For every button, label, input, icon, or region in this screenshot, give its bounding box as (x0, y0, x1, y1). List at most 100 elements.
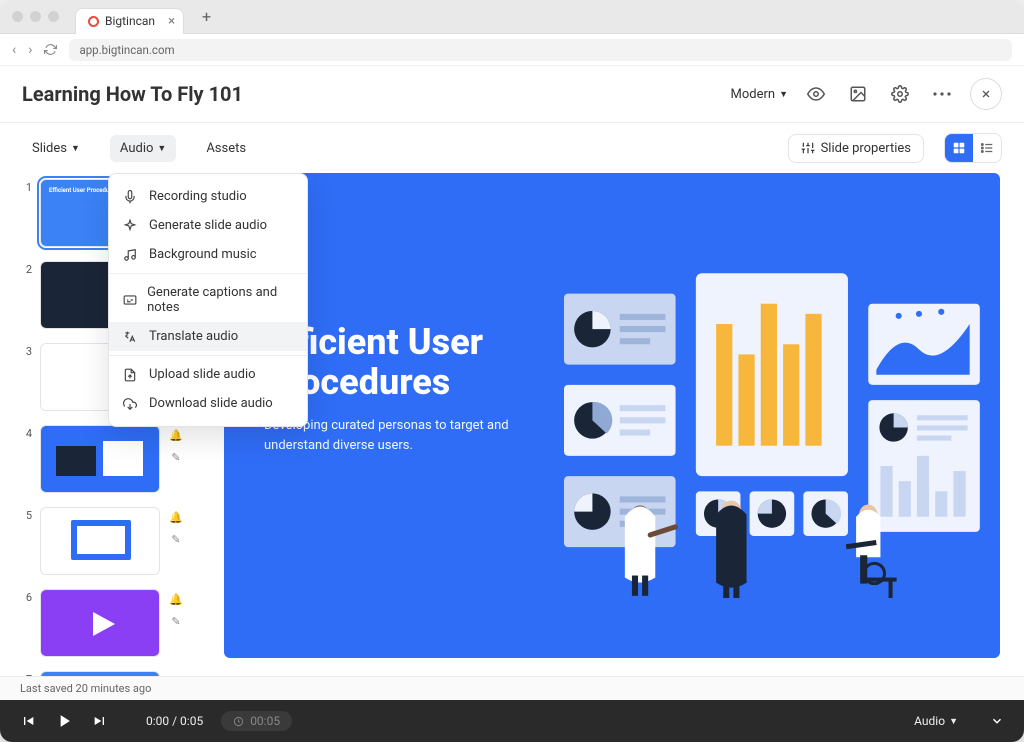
player-duration-pill[interactable]: 00:05 (221, 711, 292, 731)
new-tab-button[interactable]: + (192, 7, 221, 26)
status-bar: Last saved 20 minutes ago (0, 676, 1024, 700)
thumb-number: 7 (22, 671, 32, 676)
microphone-icon (123, 190, 139, 204)
tab-slides[interactable]: Slides ▼ (22, 135, 90, 162)
audio-indicator-icon: 🔔 (168, 509, 184, 525)
thumbnail-row[interactable]: 7 Cross-Functional Collaboration (22, 671, 196, 676)
player-mode-label: Audio (914, 714, 945, 728)
thumbnail-row[interactable]: 4 🔔 ✎ (22, 425, 196, 493)
menu-label: Generate slide audio (149, 218, 267, 233)
thumbnail-row[interactable]: 5 🔔 ✎ (22, 507, 196, 575)
app-header: Learning How To Fly 101 Modern ▼ (0, 66, 1024, 123)
thumbnail[interactable] (40, 507, 160, 575)
menu-generate-captions[interactable]: Generate captions and notes (109, 278, 307, 322)
thumbnail[interactable] (40, 425, 160, 493)
thumbnail[interactable] (40, 589, 160, 657)
menu-label: Generate captions and notes (147, 285, 293, 315)
url-text: app.bigtincan.com (79, 43, 174, 57)
thumb-number: 4 (22, 425, 32, 440)
thumbnail-row[interactable]: 6 🔔 ✎ (22, 589, 196, 657)
menu-label: Background music (149, 247, 257, 262)
menu-separator (109, 355, 307, 356)
sliders-icon (801, 141, 815, 155)
notes-indicator-icon: ✎ (168, 613, 184, 629)
notes-indicator-icon: ✎ (168, 449, 184, 465)
secondary-toolbar: Slides ▼ Audio ▼ Assets Slide properties (0, 123, 1024, 173)
player-play-button[interactable] (54, 711, 74, 731)
canvas-area: Efficient User Procedures Developing cur… (210, 173, 1024, 676)
settings-icon[interactable] (886, 80, 914, 108)
traffic-lights (12, 11, 59, 22)
browser-tab[interactable]: Bigtincan × (75, 8, 184, 34)
last-saved-text: Last saved 20 minutes ago (20, 682, 151, 695)
image-icon[interactable] (844, 80, 872, 108)
chevron-down-icon: ▼ (157, 143, 166, 154)
menu-translate-audio[interactable]: Translate audio (109, 322, 307, 351)
thumb-number: 1 (22, 179, 32, 194)
translate-icon (123, 330, 139, 344)
theme-selector[interactable]: Modern ▼ (731, 87, 789, 102)
nav-back-icon[interactable]: ‹ (12, 42, 16, 58)
url-input[interactable]: app.bigtincan.com (69, 39, 1012, 61)
tab-assets[interactable]: Assets (196, 135, 256, 162)
menu-label: Download slide audio (149, 396, 273, 411)
thumb-number: 5 (22, 507, 32, 522)
preview-icon[interactable] (802, 80, 830, 108)
download-icon (123, 397, 139, 411)
window-titlebar: Bigtincan × + (0, 0, 1024, 34)
thumbnail[interactable]: Cross-Functional Collaboration (40, 671, 160, 676)
player-mode[interactable]: Audio ▼ (914, 714, 958, 728)
player-prev-button[interactable] (20, 713, 36, 729)
nav-reload-icon[interactable] (44, 43, 57, 56)
chevron-down-icon: ▼ (779, 89, 788, 100)
close-button[interactable] (970, 78, 1002, 110)
chevron-down-icon: ▼ (949, 716, 958, 727)
tab-close-icon[interactable]: × (168, 14, 175, 29)
slide-properties-label: Slide properties (821, 141, 911, 156)
menu-generate-slide-audio[interactable]: Generate slide audio (109, 211, 307, 240)
traffic-close[interactable] (12, 11, 23, 22)
more-icon[interactable] (928, 80, 956, 108)
document-title: Learning How To Fly 101 (22, 82, 731, 106)
menu-download-slide-audio[interactable]: Download slide audio (109, 389, 307, 418)
menu-recording-studio[interactable]: Recording studio (109, 182, 307, 211)
menu-background-music[interactable]: Background music (109, 240, 307, 269)
menu-separator (109, 273, 307, 274)
tab-slides-label: Slides (32, 141, 67, 156)
audio-indicator-icon: 🔔 (168, 427, 184, 443)
music-icon (123, 248, 139, 262)
player-time: 0:00 / 0:05 (146, 714, 203, 728)
captions-icon (123, 293, 137, 307)
main-area: Recording studio Generate slide audio Ba… (0, 173, 1024, 676)
tab-favicon (88, 16, 99, 27)
tab-audio[interactable]: Audio ▼ (110, 135, 176, 162)
menu-label: Translate audio (149, 329, 238, 344)
view-list-button[interactable] (973, 134, 1001, 162)
thumb-number: 3 (22, 343, 32, 358)
traffic-min[interactable] (30, 11, 41, 22)
audio-indicator-icon: 🔔 (168, 591, 184, 607)
audio-player: 0:00 / 0:05 00:05 Audio ▼ (0, 700, 1024, 742)
audio-dropdown: Recording studio Generate slide audio Ba… (108, 173, 308, 427)
nav-forward-icon[interactable]: › (28, 42, 32, 58)
menu-upload-slide-audio[interactable]: Upload slide audio (109, 360, 307, 389)
player-pill-text: 00:05 (250, 714, 280, 728)
player-collapse-button[interactable] (990, 714, 1004, 728)
thumb-number: 6 (22, 589, 32, 604)
tab-audio-label: Audio (120, 141, 153, 156)
slide-illustration (564, 253, 990, 598)
chevron-down-icon: ▼ (71, 143, 80, 154)
address-bar: ‹ › app.bigtincan.com (0, 34, 1024, 66)
menu-label: Recording studio (149, 189, 247, 204)
tab-title: Bigtincan (105, 14, 155, 28)
traffic-max[interactable] (48, 11, 59, 22)
upload-icon (123, 368, 139, 382)
player-next-button[interactable] (92, 713, 108, 729)
notes-indicator-icon: ✎ (168, 531, 184, 547)
view-grid-button[interactable] (945, 134, 973, 162)
clock-icon (233, 716, 244, 727)
sparkle-icon (123, 219, 139, 233)
menu-label: Upload slide audio (149, 367, 256, 382)
slide-properties-button[interactable]: Slide properties (788, 134, 924, 163)
slide-canvas[interactable]: Efficient User Procedures Developing cur… (224, 173, 1000, 658)
